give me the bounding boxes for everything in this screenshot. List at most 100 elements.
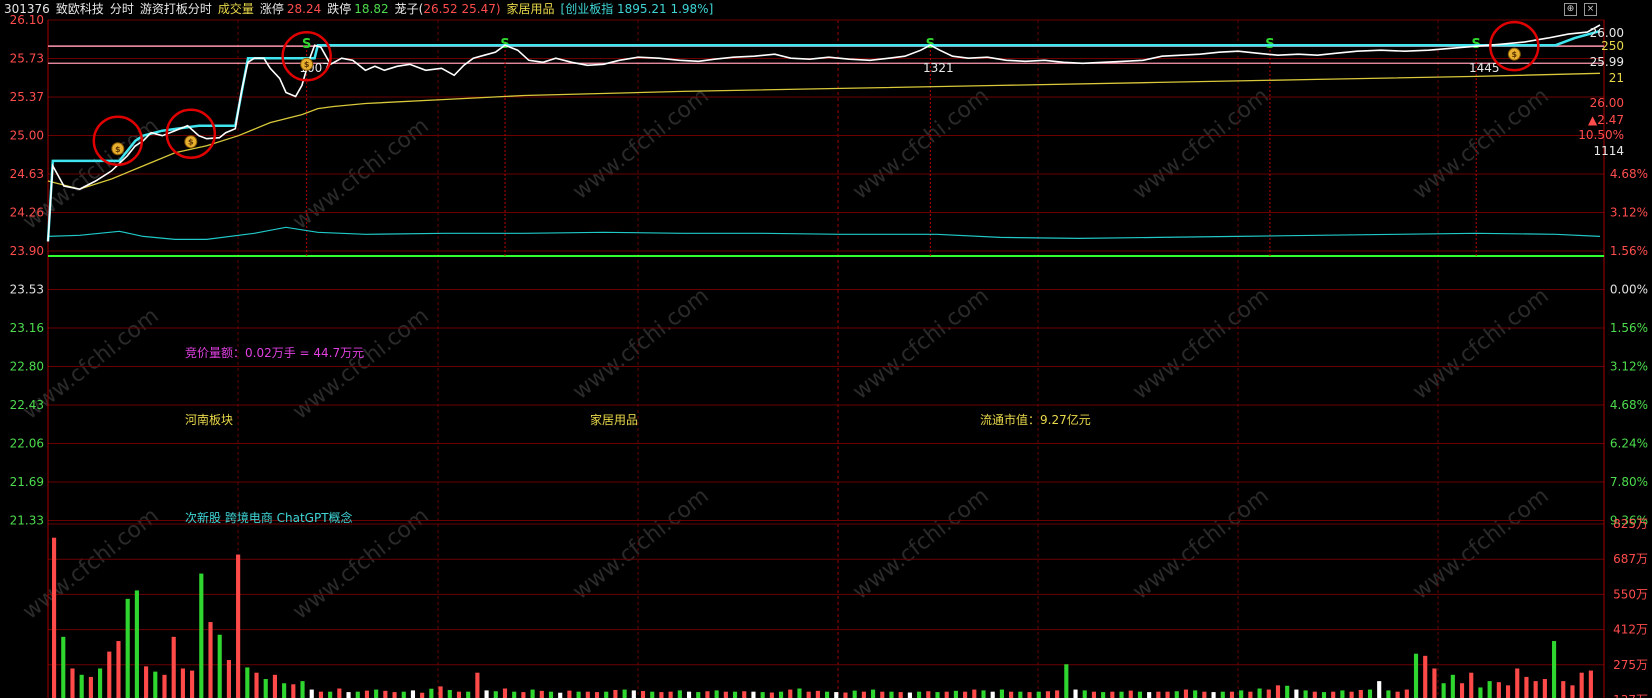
price-series-group xyxy=(46,24,1601,242)
volume-bar xyxy=(107,651,112,698)
volume-bar xyxy=(1165,691,1170,698)
volume-bar xyxy=(613,689,618,698)
volume-bar xyxy=(650,691,655,698)
watermark-text: www.cfchi.com xyxy=(568,283,713,404)
volume-bar xyxy=(1036,691,1041,698)
volume-bar xyxy=(1128,690,1133,698)
volume-tick-label: 275万 xyxy=(1613,658,1648,672)
volume-bar xyxy=(1561,681,1566,698)
watermark-text: www.cfchi.com xyxy=(1128,83,1273,204)
volume-bar xyxy=(585,691,590,698)
intraday-chart[interactable]: www.cfchi.com www.cfchi.com www.cfchi.com w… xyxy=(0,0,1652,698)
volume-bar xyxy=(963,691,968,698)
price-tick-label: 25.73 xyxy=(10,52,44,66)
volume-bar xyxy=(1239,690,1244,698)
right-price2: 25.99 xyxy=(1590,55,1624,69)
volume-bar xyxy=(1202,691,1207,698)
volume-bar xyxy=(1469,672,1474,698)
volume-bar xyxy=(677,690,682,698)
right-change-pct: 10.50% xyxy=(1578,128,1624,142)
volume-bar xyxy=(410,690,416,698)
pct-tick-label: 6.24% xyxy=(1610,437,1648,451)
volume-bar xyxy=(825,691,830,698)
index-label[interactable]: [创业板指 1895.21 1.98%] xyxy=(561,2,714,16)
volume-bar xyxy=(806,691,811,698)
volume-bar xyxy=(668,691,673,698)
stock-name: 致欧科技 xyxy=(55,2,104,16)
volume-bar xyxy=(180,668,185,698)
volume-bar xyxy=(1027,692,1032,698)
volume-bar xyxy=(769,692,774,698)
volume-bar xyxy=(1082,690,1087,698)
volume-bar xyxy=(1404,689,1409,698)
price-tick-label: 24.26 xyxy=(10,206,44,220)
volume-bar xyxy=(98,668,103,698)
indicator-label[interactable]: 游资打板分时 xyxy=(140,2,212,16)
volume-bar xyxy=(567,690,572,698)
volume-bar xyxy=(88,676,93,698)
volume-tick-label: 550万 xyxy=(1613,587,1648,601)
watermark-text: www.cfchi.com xyxy=(848,83,993,204)
volume-bar xyxy=(291,684,296,698)
volume-bar xyxy=(328,691,333,698)
volume-bar xyxy=(79,674,84,698)
index-line xyxy=(47,226,1601,240)
volume-bar xyxy=(622,689,627,698)
volume-bar xyxy=(953,690,958,698)
right-change: ▲2.47 xyxy=(1588,113,1624,127)
pct-tick-label: 7.80% xyxy=(1610,475,1648,489)
chart-header: 301376 致欧科技 分时 游资打板分时 成交量 涨停 28.24 跌停 18.82 茏子(26… xyxy=(0,0,1652,20)
volume-bar xyxy=(1340,690,1345,698)
volume-bar xyxy=(751,691,756,698)
volume-bar xyxy=(456,691,462,698)
right-price3: 26.00 xyxy=(1590,96,1624,110)
volume-bar xyxy=(392,692,397,698)
volume-bar xyxy=(723,691,728,698)
volume-bar xyxy=(420,692,425,698)
volume-bar xyxy=(1386,690,1391,698)
volume-bar xyxy=(337,688,342,698)
right-price: 26.00 xyxy=(1590,26,1624,40)
limit-down-label: 跌停 xyxy=(327,2,352,16)
volume-bar xyxy=(1174,691,1179,698)
volume-bar xyxy=(70,668,75,698)
volume-bar xyxy=(190,670,195,698)
money-bag-icon-label: $ xyxy=(115,145,121,154)
restore-icon[interactable]: ⊕ xyxy=(1564,3,1577,16)
volume-bar xyxy=(889,691,894,698)
volume-bar xyxy=(199,573,204,698)
price-tick-label: 25.00 xyxy=(10,129,44,143)
volume-bar xyxy=(1183,689,1189,698)
volume-bar xyxy=(512,691,517,698)
volume-bar xyxy=(548,691,554,698)
volume-bar xyxy=(1459,683,1465,698)
volume-bar xyxy=(374,689,379,698)
volume-bar xyxy=(898,692,903,698)
mode-label[interactable]: 分时 xyxy=(110,2,134,16)
price-tick-label: 24.63 xyxy=(10,167,44,181)
volume-tick-label: 412万 xyxy=(1613,623,1648,637)
volume-bar xyxy=(1367,689,1373,698)
price-tick-label: 23.90 xyxy=(10,244,44,258)
reference-lines xyxy=(48,45,1604,257)
volume-bar xyxy=(1478,687,1483,698)
volume-bar xyxy=(659,692,664,698)
right-vol-b: 21 xyxy=(1609,71,1624,85)
volume-bar xyxy=(355,691,360,698)
volume-bar xyxy=(1377,681,1382,698)
volume-bar xyxy=(1413,653,1419,698)
volume-bar xyxy=(1487,681,1492,698)
chip-values: 26.52 25.47) xyxy=(423,2,501,16)
volume-bar xyxy=(1441,683,1446,698)
sector-label[interactable]: 家居用品 xyxy=(507,2,555,16)
volume-bar xyxy=(1312,691,1317,698)
volume-bar xyxy=(521,692,526,698)
signal-label: 1321 xyxy=(923,61,954,75)
pct-tick-label: 1.56% xyxy=(1610,244,1648,258)
volume-bar xyxy=(1331,691,1336,698)
volume-bar xyxy=(1423,655,1428,698)
signal-mark: S xyxy=(302,37,311,52)
volume-bar xyxy=(1321,692,1327,698)
close-icon[interactable]: × xyxy=(1584,3,1597,16)
volume-bar xyxy=(871,689,876,698)
